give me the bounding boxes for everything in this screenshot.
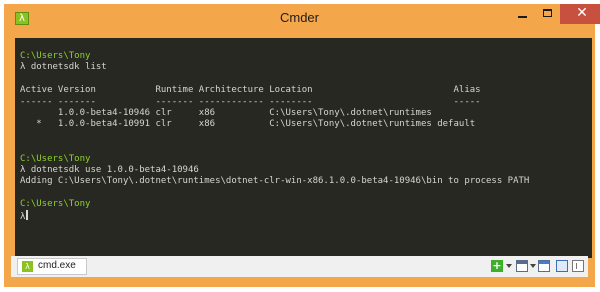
split-pane-icon[interactable] — [556, 260, 568, 272]
output-text: Active Version Runtime Architecture Loca… — [20, 85, 481, 96]
maximize-button[interactable] — [535, 4, 560, 24]
chevron-down-icon[interactable] — [506, 264, 512, 268]
output-text: ------ ------- ------- ------------ ----… — [20, 96, 481, 107]
maximize-icon — [543, 9, 552, 17]
console-line: 1.0.0-beta4-10946 clr x86 C:\Users\Tony\… — [20, 108, 529, 119]
tab-bar: λ cmd.exe + — [11, 256, 588, 277]
close-icon: ✕ — [576, 5, 588, 21]
output-text: 1.0.0-beta4-10946 clr x86 C:\Users\Tony\… — [20, 107, 432, 118]
close-button[interactable]: ✕ — [560, 4, 600, 24]
minimize-button[interactable] — [509, 4, 535, 24]
console-line: C:\Users\Tony — [20, 51, 529, 62]
lambda-icon: λ — [22, 261, 33, 272]
output-text: * 1.0.0-beta4-10991 clr x86 C:\Users\Ton… — [20, 119, 476, 130]
console-line: λ dotnetsdk use 1.0.0-beta4-10946 — [20, 165, 529, 176]
new-window-icon[interactable] — [538, 260, 550, 272]
prompt-lambda: λ — [20, 212, 26, 223]
window-title: Cmder — [279, 10, 319, 25]
text-cursor — [26, 210, 29, 221]
prompt-path: C:\Users\Tony — [20, 199, 91, 210]
command-line: λ dotnetsdk use 1.0.0-beta4-10946 — [20, 164, 199, 175]
panel-layout-icon[interactable] — [572, 260, 584, 272]
console-line: C:\Users\Tony — [20, 154, 529, 165]
chevron-down-icon[interactable] — [530, 264, 536, 268]
console-line: λ — [20, 210, 529, 223]
console-window-icon[interactable] — [516, 260, 528, 272]
minimize-icon — [518, 16, 527, 18]
prompt-path: C:\Users\Tony — [20, 51, 91, 61]
tab-cmd[interactable]: λ cmd.exe — [17, 258, 87, 275]
tab-label: cmd.exe — [38, 260, 76, 271]
console-line: Active Version Runtime Architecture Loca… — [20, 85, 529, 96]
output-text: Adding C:\Users\Tony\.dotnet\runtimes\do… — [20, 176, 530, 187]
console-line: ------ ------- ------- ------------ ----… — [20, 97, 529, 108]
title-bar[interactable]: λ Cmder ✕ — [4, 4, 600, 34]
prompt-path: C:\Users\Tony — [20, 153, 91, 164]
cmder-window: λ Cmder ✕ C:\Users\Tony λ dotnetsdk list A… — [4, 4, 600, 287]
console-line: * 1.0.0-beta4-10991 clr x86 C:\Users\Ton… — [20, 119, 529, 130]
console-line: λ dotnetsdk list — [20, 62, 529, 73]
console-line: Adding C:\Users\Tony\.dotnet\runtimes\do… — [20, 176, 529, 187]
console-lines: C:\Users\Tony λ dotnetsdk list Active Vers… — [20, 51, 529, 222]
command-line: λ dotnetsdk list — [20, 62, 107, 73]
add-tab-icon[interactable]: + — [491, 260, 503, 272]
console-output[interactable]: C:\Users\Tony λ dotnetsdk list Active Vers… — [15, 38, 592, 258]
console-line: C:\Users\Tony — [20, 199, 529, 210]
